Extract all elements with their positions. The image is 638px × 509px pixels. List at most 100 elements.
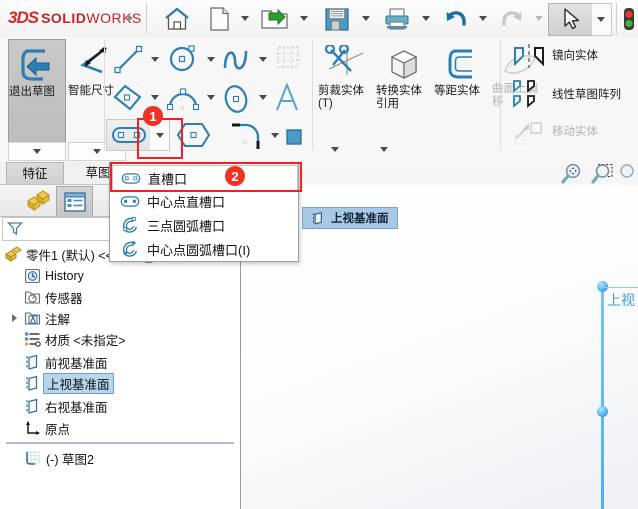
ellipse-button[interactable] <box>219 82 257 116</box>
new-document-icon <box>210 6 229 31</box>
plane-handle-mid[interactable] <box>597 406 608 417</box>
save-button[interactable] <box>320 4 354 33</box>
centerpoint-arc-slot-icon <box>123 241 138 257</box>
rebuild-status-indicator[interactable] <box>620 4 638 33</box>
open-button[interactable] <box>258 4 292 33</box>
open-caret-icon[interactable] <box>300 16 308 21</box>
menu-item-centerpoint-straight-slot[interactable]: 中心点直槽口 <box>112 189 296 213</box>
exit-sketch-caret-icon <box>33 149 41 154</box>
move-entities-button[interactable]: 移动实体 <box>508 117 634 147</box>
line-button[interactable] <box>112 43 146 77</box>
redo-button[interactable] <box>496 4 528 33</box>
annotations-expander-icon[interactable] <box>12 314 17 322</box>
tree-item-right-plane[interactable]: 右视基准面 <box>24 396 108 416</box>
rectangle-caret-icon[interactable] <box>151 95 159 100</box>
new-document-button[interactable] <box>205 4 235 33</box>
menu-item-straight-slot[interactable]: 直槽口 <box>112 165 298 191</box>
graphics-view-toolbar <box>241 162 638 185</box>
menu-item-3point-arc-slot[interactable]: 三点圆弧槽口 <box>112 213 296 237</box>
zoom-in-out-button[interactable] <box>619 163 638 185</box>
mirror-entities-button[interactable]: 镜向实体 <box>508 41 634 71</box>
text-a-icon <box>276 82 298 111</box>
plane-icon <box>26 398 38 414</box>
spline-button[interactable] <box>220 43 256 75</box>
slot-button[interactable] <box>106 119 152 151</box>
logo-expand-caret-icon[interactable] <box>128 14 133 22</box>
tab-features[interactable]: 特征 <box>6 162 64 185</box>
straight-slot-icon <box>121 172 141 184</box>
arc-button[interactable]: × <box>164 83 204 115</box>
select-caret-icon <box>597 17 605 22</box>
sketch-fillet-caret-icon[interactable] <box>271 133 279 138</box>
spline-caret-icon[interactable] <box>259 57 267 62</box>
rollback-bar[interactable] <box>6 442 234 444</box>
zoom-to-fit-button[interactable] <box>559 163 585 185</box>
graphics-viewport[interactable]: 上视 上视基准面 <box>241 185 638 509</box>
qa-separator <box>146 3 147 34</box>
top-plane-edge[interactable] <box>601 285 604 509</box>
offset-entities-button[interactable]: 等距实体 <box>434 39 490 141</box>
redo-arrow-icon <box>502 10 522 26</box>
tree-item-top-plane-label: 上视基准面 <box>43 372 114 394</box>
circle-button[interactable] <box>165 41 203 77</box>
home-icon <box>165 6 189 30</box>
ribbon-separator-1 <box>104 40 105 150</box>
home-button[interactable] <box>160 4 194 33</box>
spline-icon <box>223 50 248 70</box>
traffic-light-icon <box>624 7 634 30</box>
grid-pattern-button[interactable] <box>272 43 306 75</box>
tree-item-material[interactable]: 材质 <未指定> <box>24 329 126 349</box>
print-caret-icon[interactable] <box>422 16 430 21</box>
undo-button[interactable] <box>440 4 472 33</box>
tree-item-material-label: 材质 <未指定> <box>45 333 126 348</box>
origin-icon <box>26 420 40 435</box>
select-tool-button[interactable] <box>548 3 594 36</box>
convert-entities-button[interactable]: 转换实体引用 <box>376 39 432 141</box>
new-document-caret-icon[interactable] <box>241 16 249 21</box>
tree-item-history[interactable]: History <box>24 266 84 286</box>
solidworks-logo[interactable]: 3DS SOLID WORKS <box>8 8 142 28</box>
tree-item-origin[interactable]: 原点 <box>24 418 70 438</box>
arc-caret-icon[interactable] <box>207 95 215 100</box>
tree-item-top-plane[interactable]: 上视基准面 <box>24 372 114 394</box>
tree-item-annotations[interactable]: 注解 <box>24 308 70 328</box>
select-tool-dropdown[interactable] <box>592 3 612 36</box>
text-button[interactable] <box>272 81 304 115</box>
ellipse-icon <box>224 85 248 113</box>
tree-item-sensors[interactable]: 传感器 <box>24 287 83 307</box>
circle-caret-icon[interactable] <box>207 57 215 62</box>
line-caret-icon[interactable] <box>151 57 159 62</box>
qa-separator-2 <box>616 3 617 34</box>
print-button[interactable] <box>380 4 414 33</box>
line-icon <box>114 45 143 74</box>
printer-icon <box>385 7 409 30</box>
linear-sketch-pattern-label: 线性草图阵列 <box>552 88 621 101</box>
tree-item-sketch2[interactable]: (-) 草图2 <box>24 448 94 468</box>
convert-entities-caret-icon[interactable] <box>380 147 388 152</box>
tree-item-origin-label: 原点 <box>45 422 71 437</box>
zoom-to-area-button[interactable] <box>589 163 615 185</box>
exit-sketch-button[interactable]: 退出草图 <box>8 39 66 143</box>
trim-entities-caret-icon[interactable] <box>331 147 339 152</box>
shaded-area-button[interactable] <box>284 127 304 147</box>
save-caret-icon[interactable] <box>362 16 370 21</box>
ellipse-caret-icon[interactable] <box>259 95 267 100</box>
exit-sketch-dropdown[interactable] <box>8 142 66 161</box>
slot-dropdown-menu: 直槽口 中心点直槽口 三点圆弧槽口 中心点圆弧槽口(I) <box>109 162 299 262</box>
cursor-arrow-icon <box>564 8 580 30</box>
polygon-button[interactable] <box>176 121 214 149</box>
feature-manager-tab[interactable] <box>20 186 55 215</box>
tree-item-front-plane[interactable]: 前视基准面 <box>24 352 108 372</box>
trim-entities-button[interactable]: 剪裁实体(T) <box>318 39 374 141</box>
undo-caret-icon[interactable] <box>479 16 487 21</box>
menu-item-centerpoint-arc-slot[interactable]: 中心点圆弧槽口(I) <box>112 237 296 261</box>
menu-item-straight-slot-label: 直槽口 <box>148 171 188 187</box>
property-manager-tab[interactable] <box>56 186 93 216</box>
save-disk-icon <box>325 7 349 31</box>
linear-sketch-pattern-button[interactable]: 线性草图阵列 <box>508 77 634 113</box>
sketch-fillet-button[interactable]: × <box>228 121 266 151</box>
rectangle-button[interactable] <box>110 81 148 115</box>
slot-caret-icon <box>155 132 164 138</box>
callout-badge-2: 2 <box>225 166 245 186</box>
plane-icon <box>26 375 38 391</box>
